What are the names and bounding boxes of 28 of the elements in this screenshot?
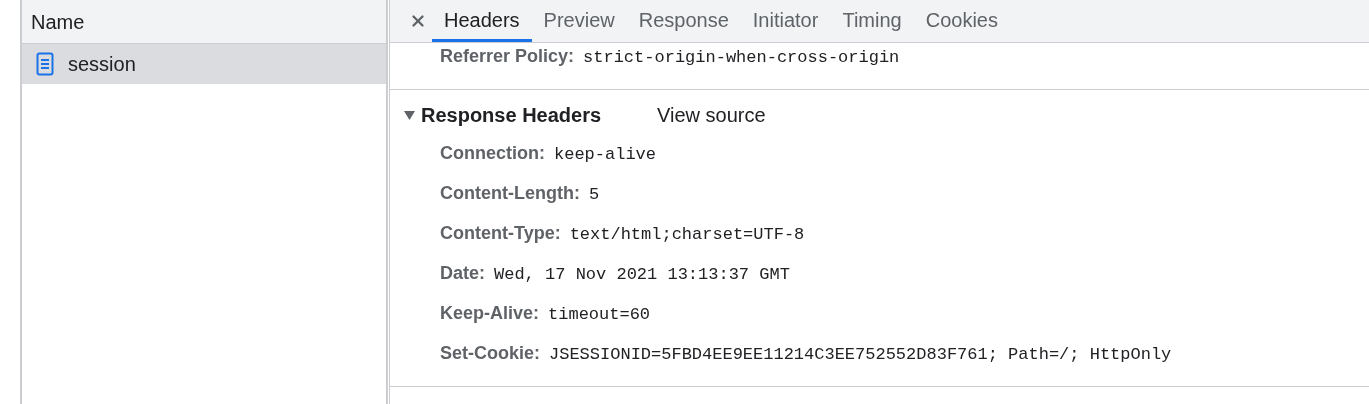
section-title: Response Headers	[421, 103, 602, 128]
header-value: Wed, 17 Nov 2021 13:13:37 GMT	[494, 264, 790, 286]
header-value: timeout=60	[548, 304, 651, 326]
header-name: Referrer Policy:	[440, 45, 575, 68]
column-header: Name	[31, 9, 85, 35]
section-toggle[interactable]: Response Headers	[404, 100, 602, 130]
tab[interactable]: Cookies	[913, 0, 1010, 42]
header-name: Keep-Alive:	[440, 302, 540, 325]
header-name: Content-Type:	[440, 222, 561, 245]
header-name: Date:	[440, 262, 485, 285]
header-name: Connection:	[440, 142, 545, 165]
tab[interactable]: Preview	[531, 0, 627, 42]
header-value: strict-origin-when-cross-origin	[583, 47, 900, 69]
tab[interactable]: Initiator	[740, 0, 831, 42]
view-source-link[interactable]: View source	[657, 100, 766, 130]
triangle-icon	[404, 110, 415, 120]
header-value: 5	[588, 184, 600, 206]
close-icon	[409, 12, 427, 30]
document-icon	[36, 52, 54, 76]
tab[interactable]: Headers	[432, 0, 532, 42]
header-value: JSESSIONID=5FBD4EE9EE11214C3EE752552D83F761; Path=/; HttpOnly	[549, 344, 1172, 366]
header-name: Set-Cookie:	[440, 342, 540, 365]
header-value: text/html;charset=UTF-8	[569, 224, 805, 246]
request-row[interactable]: session	[22, 44, 386, 84]
tab[interactable]: Timing	[830, 0, 914, 42]
tab[interactable]: Response	[626, 0, 741, 42]
header-value: keep-alive	[554, 144, 657, 166]
header-name: Content-Length:	[440, 182, 580, 205]
